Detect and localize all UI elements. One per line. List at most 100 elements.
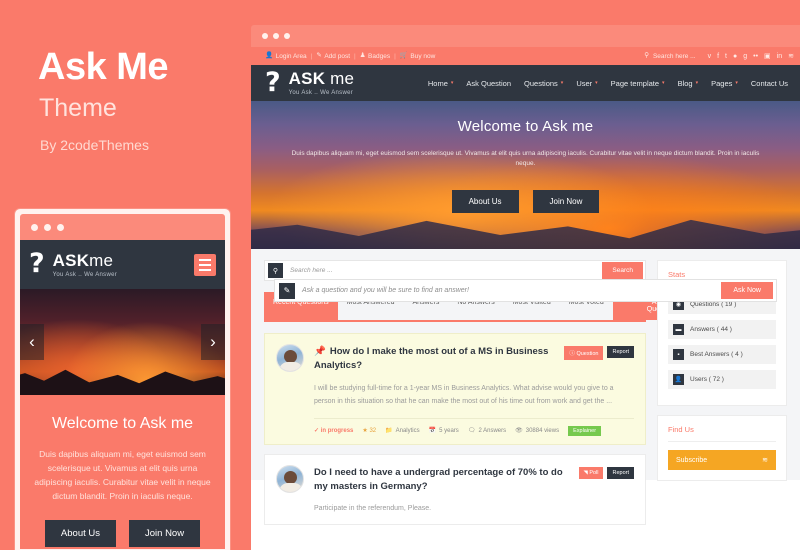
search-input[interactable]: Search here ...	[290, 267, 333, 274]
badge-label: Question	[576, 351, 599, 357]
top-search[interactable]: ⚲ Search here ...	[644, 52, 695, 59]
top-links: 👤 Login Area | ✎ Add post | ♟ Badges | 🛒…	[265, 51, 436, 60]
nav-item-blog[interactable]: Blog ▾	[678, 79, 699, 88]
dribbble-icon[interactable]: ●	[733, 53, 737, 60]
exclamation-icon: ⓘ	[569, 351, 575, 357]
top-link-login-area[interactable]: 👤 Login Area	[265, 52, 307, 60]
nav-label: Ask Question	[466, 78, 512, 88]
nav-item-questions[interactable]: Questions ▾	[524, 79, 563, 88]
chevron-down-icon: ▾	[595, 80, 598, 86]
cart-icon: 🛒	[399, 51, 408, 59]
linkedin-icon[interactable]: in	[777, 53, 782, 60]
rss-icon: ≋	[762, 457, 768, 464]
slider-prev-icon[interactable]: ‹	[20, 324, 44, 360]
nav-label: Questions	[524, 78, 558, 88]
facebook-icon[interactable]: f	[717, 53, 719, 60]
rss-icon[interactable]: ≋	[788, 53, 794, 60]
stat-best-answers[interactable]: ▪ Best Answers ( 4 )	[668, 345, 776, 364]
about-us-button[interactable]: About Us	[451, 189, 519, 213]
ask-now-button[interactable]: Ask Now	[721, 282, 773, 299]
promo-byline: By 2codeThemes	[40, 137, 149, 153]
question-mark-logo-icon: ?	[265, 66, 281, 98]
question-excerpt: Participate in the referendum, Please.	[314, 505, 432, 513]
find-us-widget: Find Us Subscribe ≋	[657, 415, 787, 481]
window-dot-close[interactable]	[31, 223, 38, 231]
twitter-icon[interactable]: ᴠ	[708, 53, 712, 60]
mobile-join-now-button[interactable]: Join Now	[129, 520, 201, 548]
mobile-preview: ? ASKme You Ask .. We Answer ‹ › Welcome…	[15, 209, 230, 550]
join-now-button[interactable]: Join Now	[532, 189, 600, 213]
chevron-down-icon: ▾	[695, 80, 699, 86]
question-title-text: Do I need to have a undergrad percentage…	[314, 466, 563, 493]
report-button[interactable]: Report	[607, 466, 634, 479]
nav-item-page-template[interactable]: Page template ▾	[611, 79, 665, 88]
divider: |	[394, 52, 396, 60]
stat-answers[interactable]: ▬ Answers ( 44 )	[668, 320, 776, 339]
search-bar[interactable]: ⚲ Search here ... Search	[264, 260, 646, 281]
google-plus-icon[interactable]: g	[743, 53, 747, 60]
top-link-badges[interactable]: ♟ Badges	[359, 51, 390, 59]
category[interactable]: 📁 Analytics	[385, 427, 420, 435]
subscribe-button[interactable]: Subscribe ≋	[668, 450, 776, 470]
view-label: 30884 views	[525, 427, 560, 434]
subscribe-label: Subscribe	[676, 456, 708, 464]
nav-item-home[interactable]: Home ▾	[428, 79, 454, 88]
hero-title: Welcome to Ask me	[457, 118, 594, 135]
mobile-header: ? ASKme You Ask .. We Answer	[20, 240, 225, 289]
window-dot-maximize[interactable]	[57, 223, 64, 231]
mobile-window-chrome	[20, 214, 225, 240]
comment-icon: 🗨	[467, 428, 476, 435]
page-title: Ask Me	[38, 46, 169, 88]
top-link-label: Login Area	[275, 52, 307, 60]
nav-item-user[interactable]: User ▾	[576, 79, 597, 88]
mobile-hero: Welcome to Ask me Duis dapibus aliquam m…	[20, 395, 225, 549]
hero-text: Duis dapibus aliquam mi, eget euismod se…	[291, 150, 760, 167]
window-dot-minimize[interactable]	[44, 223, 51, 231]
ask-question-input[interactable]: Ask a question and you will be sure to f…	[302, 287, 469, 294]
window-dot-close[interactable]	[262, 33, 268, 39]
nav-item-contact-us[interactable]: Contact Us	[751, 79, 788, 88]
question-excerpt: I will be studying full-time for a 1-yea…	[314, 384, 614, 406]
top-link-buy-now[interactable]: 🛒 Buy now	[399, 51, 436, 59]
folder-icon: 📁	[385, 428, 393, 435]
search-button[interactable]: Search	[602, 262, 643, 279]
site-logo[interactable]: ? ASK me You Ask .. We Answer	[265, 66, 354, 98]
answer-count: 🗨 2 Answers	[467, 427, 506, 435]
question-card[interactable]: Do I need to have a undergrad percentage…	[264, 453, 646, 525]
status-text: ✓ in progress	[314, 427, 353, 434]
calendar-icon: 📅	[428, 428, 437, 435]
logo-tagline: You Ask .. We Answer	[288, 90, 354, 96]
window-dot-minimize[interactable]	[273, 33, 279, 39]
window-dot-maximize[interactable]	[284, 33, 290, 39]
logo-name-bold: ASK	[288, 69, 326, 88]
mobile-logo[interactable]: ASKme You Ask .. We Answer	[53, 252, 117, 278]
tumblr-icon[interactable]: t	[725, 53, 727, 60]
chart-icon: ◥	[583, 469, 588, 476]
hamburger-icon[interactable]	[194, 253, 216, 276]
report-button[interactable]: Report	[607, 346, 634, 358]
nav-item-pages[interactable]: Pages ▾	[711, 79, 738, 88]
age: 📅 5 years	[428, 427, 459, 435]
nav-item-ask-question[interactable]: Ask Question	[466, 79, 511, 88]
find-us-title: Find Us	[668, 425, 776, 442]
top-link-add-post[interactable]: ✎ Add post	[316, 52, 350, 59]
question-card[interactable]: 📌 How do I make the most out of a MS in B…	[264, 333, 646, 445]
star-icon: ★	[362, 428, 368, 435]
question-meta: ✓ in progress ★ 32 📁 Analytics 📅 5 years 🗨…	[314, 417, 634, 436]
chevron-down-icon: ▾	[450, 80, 454, 86]
badge-icon: ♟	[359, 51, 366, 59]
divider: |	[310, 52, 313, 60]
age-label: 5 years	[439, 427, 459, 434]
mountain-silhouette	[20, 369, 225, 395]
instagram-icon[interactable]: ▣	[764, 53, 771, 60]
flickr-icon[interactable]: ••	[753, 53, 758, 60]
mobile-hero-text: Duis dapibus aliquam mi, eget euismod se…	[34, 449, 211, 502]
slider-next-icon[interactable]: ›	[201, 324, 225, 360]
ask-question-bar[interactable]: ✎ Ask a question and you will be sure to…	[274, 279, 777, 302]
question-title[interactable]: 📌 How do I make the most out of a MS in B…	[314, 344, 554, 374]
vote-count: ★ 32	[362, 427, 376, 434]
stat-users[interactable]: 👤 Users ( 72 )	[668, 370, 776, 389]
question-title[interactable]: Do I need to have a undergrad percentage…	[314, 465, 569, 495]
vote-value: 32	[369, 428, 377, 435]
mobile-about-us-button[interactable]: About Us	[44, 520, 116, 548]
